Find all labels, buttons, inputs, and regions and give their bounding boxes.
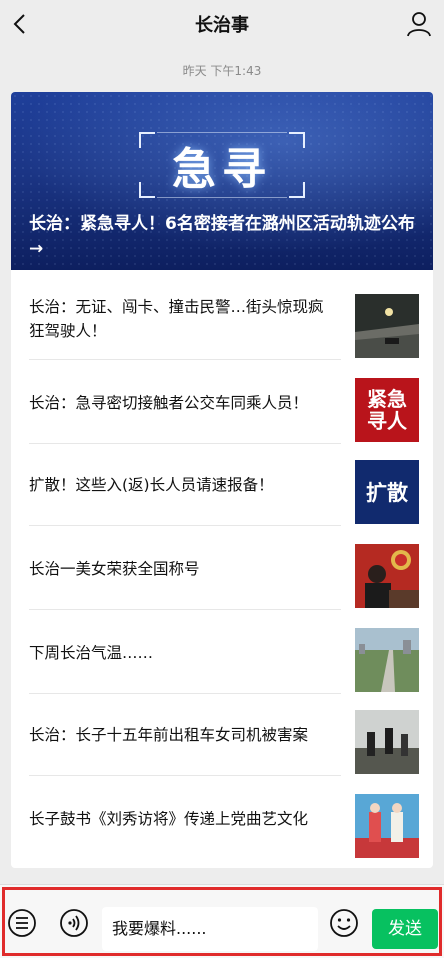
article-title: 长治：急寻密切接触者公交车同乘人员！ [29,394,309,412]
divider [29,359,341,360]
list-item[interactable]: 长子鼓书《刘秀访将》传递上党曲艺文化 [29,778,419,860]
article-thumbnail [355,294,419,358]
thumbnail-text: 紧急寻人 [367,387,407,433]
article-title: 长治一美女荣获全国称号 [29,560,200,578]
list-item[interactable]: 长治：急寻密切接触者公交车同乘人员！ 紧急寻人 [29,362,419,444]
voice-icon[interactable] [58,907,90,939]
emoji-icon[interactable] [328,907,360,939]
bottom-input-bar: 我要爆料...... 发送 [0,884,444,958]
article-title: 长治：无证、闯卡、撞击民警…街头惊现疯狂驾驶人！ [29,298,324,340]
message-timestamp: 昨天 下午1:43 [182,64,262,78]
article-title: 长子鼓书《刘秀访将》传递上党曲艺文化 [29,810,309,828]
article-thumbnail [355,794,419,858]
divider [29,775,341,776]
list-item[interactable]: 扩散！这些入(返)长人员请速报备！ 扩散 [29,444,419,526]
hero-title: 长治：紧急寻人！6名密接者在潞州区活动轨迹公布→ [29,214,415,259]
article-title: 下周长治气温…… [29,644,154,662]
hero-badge: 急寻 [139,132,305,198]
person-icon[interactable] [404,8,434,40]
article-thumbnail [355,544,419,608]
list-item[interactable]: 长治：无证、闯卡、撞击民警…街头惊现疯狂驾驶人！ [29,278,419,360]
divider [29,609,341,610]
message-input[interactable]: 我要爆料...... [102,907,318,951]
list-menu-icon[interactable] [6,907,38,939]
article-thumbnail: 扩散 [355,460,419,524]
divider [29,525,341,526]
hero-article[interactable]: 急寻 长治：紧急寻人！6名密接者在潞州区活动轨迹公布→ [11,92,433,270]
article-thumbnail: 紧急寻人 [355,378,419,442]
article-thumbnail [355,628,419,692]
list-item[interactable]: 长治：长子十五年前出租车女司机被害案 [29,694,419,776]
article-title: 长治：长子十五年前出租车女司机被害案 [29,726,309,744]
list-item[interactable]: 长治一美女荣获全国称号 [29,528,419,610]
thumbnail-text: 扩散 [366,481,408,505]
page-title: 长治事 [195,15,249,36]
top-navigation-bar: 长治事 [0,0,444,48]
article-card: 急寻 长治：紧急寻人！6名密接者在潞州区活动轨迹公布→ 长治：无证、闯卡、撞击民… [11,92,433,868]
article-title: 扩散！这些入(返)长人员请速报备！ [29,476,274,494]
send-button[interactable]: 发送 [372,909,438,949]
list-item[interactable]: 下周长治气温…… [29,612,419,694]
article-thumbnail [355,710,419,774]
